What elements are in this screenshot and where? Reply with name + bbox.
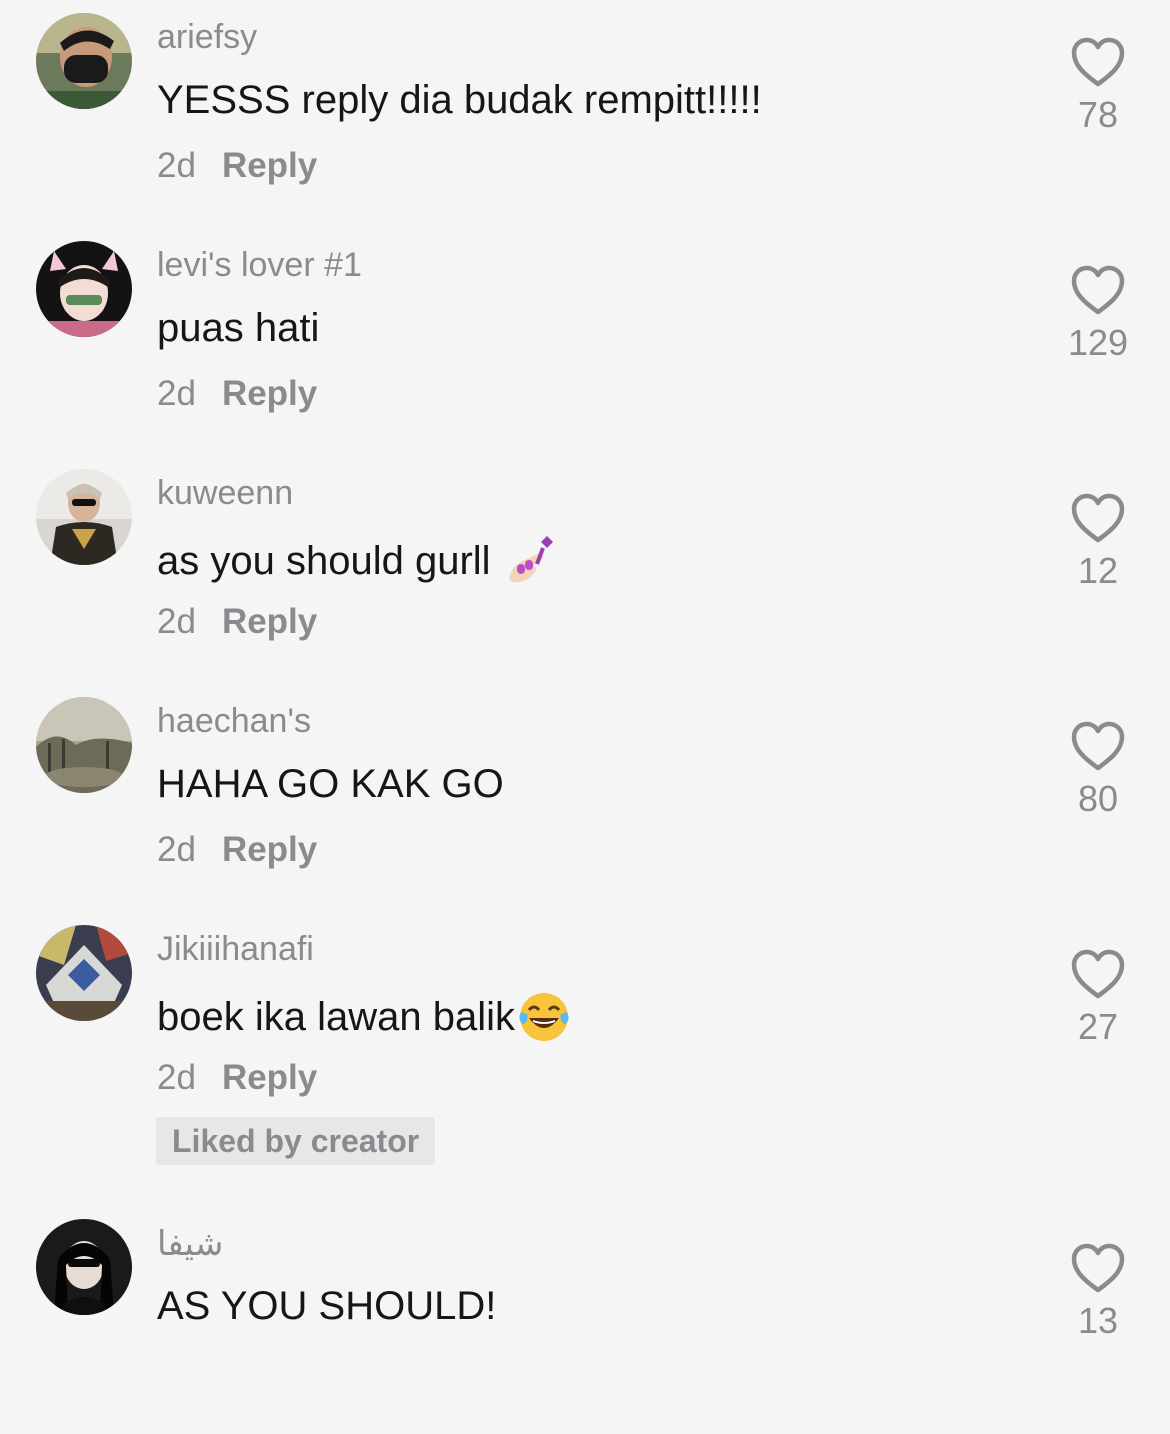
like-button[interactable]: 80 bbox=[1067, 720, 1129, 820]
comment-time: 2d bbox=[157, 374, 196, 413]
avatar[interactable] bbox=[36, 241, 132, 337]
comment-text: AS YOU SHOULD! bbox=[157, 1284, 496, 1329]
comment-text: HAHA GO KAK GO bbox=[157, 762, 504, 807]
avatar[interactable] bbox=[36, 469, 132, 565]
comment-item: levi's lover #1 puas hati 2d Reply 129 bbox=[0, 228, 1170, 456]
heart-outline-icon bbox=[1071, 265, 1125, 315]
comment-username[interactable]: kuweenn bbox=[157, 474, 293, 513]
reply-button[interactable]: Reply bbox=[222, 602, 317, 641]
comment-username[interactable]: levi's lover #1 bbox=[157, 246, 362, 285]
heart-outline-icon bbox=[1071, 1243, 1125, 1293]
comment-meta: 2d Reply bbox=[157, 830, 317, 870]
comment-time: 2d bbox=[157, 1058, 196, 1097]
heart-outline-icon bbox=[1071, 949, 1125, 999]
like-count: 27 bbox=[1077, 1006, 1119, 1047]
comment-username[interactable]: haechan's bbox=[157, 702, 311, 741]
comment-username[interactable]: ariefsy bbox=[157, 18, 257, 57]
avatar[interactable] bbox=[36, 697, 132, 793]
comment-time: 2d bbox=[157, 830, 196, 869]
comment-meta: 2d Reply bbox=[157, 602, 317, 642]
reply-button[interactable]: Reply bbox=[222, 146, 317, 185]
like-button[interactable]: 13 bbox=[1067, 1242, 1129, 1342]
like-count: 12 bbox=[1077, 550, 1119, 591]
comment-time: 2d bbox=[157, 602, 196, 641]
comment-meta: 2d Reply bbox=[157, 374, 317, 414]
comment-time: 2d bbox=[157, 146, 196, 185]
comment-meta: 2d Reply bbox=[157, 146, 317, 186]
heart-outline-icon bbox=[1071, 721, 1125, 771]
nail-polish-emoji bbox=[503, 534, 557, 588]
reply-button[interactable]: Reply bbox=[222, 830, 317, 869]
avatar[interactable] bbox=[36, 1219, 132, 1315]
comment-text: puas hati bbox=[157, 306, 319, 351]
like-button[interactable]: 12 bbox=[1067, 492, 1129, 592]
like-button[interactable]: 129 bbox=[1067, 264, 1129, 364]
like-button[interactable]: 78 bbox=[1067, 36, 1129, 136]
comment-text: as you should gurll bbox=[157, 534, 557, 588]
comment-text-content: AS YOU SHOULD! bbox=[157, 1284, 497, 1328]
comment-list: ariefsy YESSS reply dia budak rempitt!!!… bbox=[0, 0, 1170, 1341]
comment-item: ariefsy YESSS reply dia budak rempitt!!!… bbox=[0, 0, 1170, 228]
comment-text-content: as you should gurll bbox=[157, 538, 491, 583]
comment-item: haechan's HAHA GO KAK GO 2d Reply 80 bbox=[0, 684, 1170, 912]
tears-of-joy-emoji bbox=[517, 990, 571, 1044]
comment-text-content: puas hati bbox=[157, 306, 320, 350]
comment-username[interactable]: Jikiiihanafi bbox=[157, 930, 314, 969]
comment-item: Jikiiihanafi boek ika lawan balik 2d Repl… bbox=[0, 912, 1170, 1140]
like-count: 78 bbox=[1077, 94, 1119, 135]
avatar[interactable] bbox=[36, 925, 132, 1021]
comment-text-content: HAHA GO KAK GO bbox=[157, 762, 504, 806]
reply-button[interactable]: Reply bbox=[222, 374, 317, 413]
liked-by-creator-badge: Liked by creator bbox=[156, 1117, 436, 1165]
like-count: 80 bbox=[1077, 778, 1119, 819]
like-count: 129 bbox=[1067, 322, 1129, 363]
comment-item: شيفا AS YOU SHOULD! 13 bbox=[0, 1206, 1170, 1434]
like-count: 13 bbox=[1077, 1300, 1119, 1341]
comment-text-content: YESSS reply dia budak rempitt!!!!! bbox=[157, 78, 762, 122]
comment-text: boek ika lawan balik bbox=[157, 990, 571, 1044]
avatar[interactable] bbox=[36, 13, 132, 109]
comment-meta: 2d Reply bbox=[157, 1058, 317, 1098]
comment-item: kuweenn as you should gurll 2d Reply 12 bbox=[0, 456, 1170, 684]
comment-text-content: boek ika lawan balik bbox=[157, 994, 515, 1039]
reply-button[interactable]: Reply bbox=[222, 1058, 317, 1097]
heart-outline-icon bbox=[1071, 493, 1125, 543]
like-button[interactable]: 27 bbox=[1067, 948, 1129, 1048]
comment-username[interactable]: شيفا bbox=[157, 1224, 223, 1264]
comment-text: YESSS reply dia budak rempitt!!!!! bbox=[157, 78, 762, 123]
heart-outline-icon bbox=[1071, 37, 1125, 87]
